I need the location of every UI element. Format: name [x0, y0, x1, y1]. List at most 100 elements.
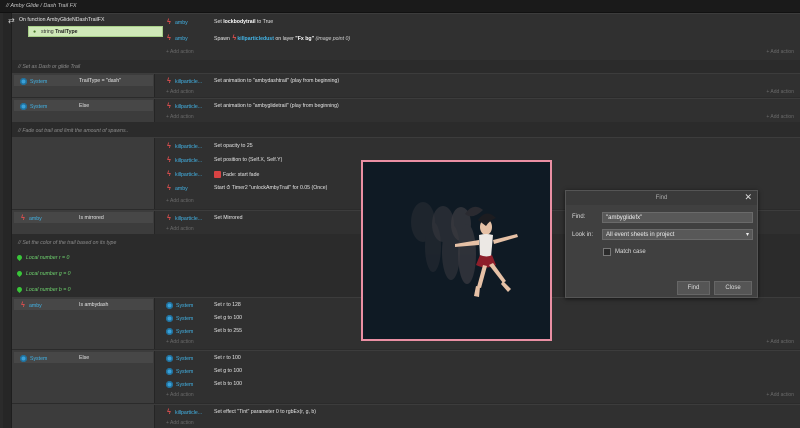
- add-action-link[interactable]: + Add action: [166, 114, 194, 120]
- action-object: killparticle...: [175, 158, 203, 164]
- character-trail-image: [411, 202, 518, 297]
- particle-sprite-icon: ϟ: [167, 103, 171, 110]
- condition-row[interactable]: System Else: [14, 100, 153, 111]
- condition-column[interactable]: System TrailType = "dash": [12, 74, 155, 97]
- event-block[interactable]: ϟ killparticle... Set effect "Tint" param…: [12, 404, 800, 428]
- action-text: Set r to 128: [214, 302, 241, 308]
- find-input[interactable]: "ambyglidefx": [602, 212, 753, 223]
- action-row[interactable]: ϟ amby Spawn ϟkillparticledust on layer "…: [158, 32, 798, 44]
- animation-preview: [361, 160, 552, 341]
- variable-pin-icon: [17, 255, 22, 262]
- system-gear-icon: [166, 315, 173, 322]
- add-action-link[interactable]: + Add action: [166, 49, 194, 55]
- event-block[interactable]: System TrailType = "dash" ϟ killparticle.…: [12, 73, 800, 97]
- add-action-link-right[interactable]: + Add action: [766, 392, 794, 398]
- action-row[interactable]: ϟ killparticle... Set effect "Tint" param…: [158, 406, 798, 418]
- close-icon[interactable]: ✕: [744, 192, 752, 203]
- find-button[interactable]: Find: [677, 281, 710, 295]
- look-in-value: All event sheets in project: [606, 232, 675, 238]
- amby-sprite-icon: ϟ: [21, 302, 25, 309]
- condition-column[interactable]: System Else: [12, 351, 155, 403]
- comment-row[interactable]: // Set as Dash or glide Trail: [12, 61, 800, 73]
- action-text: Set b to 100: [214, 381, 242, 387]
- condition-column[interactable]: ϟ amby Is mirrored: [12, 211, 155, 234]
- system-gear-icon: [166, 381, 173, 388]
- param-pin-icon: ●: [33, 29, 37, 35]
- action-row[interactable]: ϟ amby Set lockbodytrail to True: [158, 16, 798, 28]
- action-text: Spawn ϟkillparticledust on layer "Fx bg"…: [214, 35, 351, 42]
- local-variable[interactable]: Local number r = 0: [17, 252, 69, 264]
- add-action-link[interactable]: + Add action: [166, 89, 194, 95]
- add-action-link[interactable]: + Add action: [166, 392, 194, 398]
- add-action-link-right[interactable]: + Add action: [766, 339, 794, 345]
- variable-pin-icon: [17, 287, 22, 294]
- function-icon: ⇄: [8, 16, 15, 25]
- action-text: Set lockbodytrail to True: [214, 19, 274, 25]
- condition-text: Is mirrored: [79, 215, 104, 221]
- system-gear-icon: [166, 328, 173, 335]
- action-object: killparticle...: [175, 144, 203, 150]
- action-row[interactable]: System Set g to 100: [158, 365, 798, 377]
- look-in-select[interactable]: All event sheets in project ▾: [602, 229, 753, 240]
- action-text: Start ⏱ Timer2 "unlockAmbyTrail" for 0.0…: [214, 185, 328, 191]
- action-row[interactable]: ϟ killparticle... Set animation to "ambyd…: [158, 75, 798, 87]
- find-dialog[interactable]: Find ✕ Find: "ambyglidefx" Look in: All …: [565, 190, 758, 298]
- param-type: string: [41, 29, 54, 35]
- action-text: Set b to 255: [214, 328, 242, 334]
- system-gear-icon: [166, 368, 173, 375]
- fade-behavior-icon: [214, 171, 221, 178]
- condition-column[interactable]: [12, 405, 155, 428]
- event-block[interactable]: System Else System Set r to 100 System S…: [12, 350, 800, 403]
- function-name: On function AmbyGlideNDashTrailFX: [19, 17, 105, 23]
- event-block[interactable]: System Else ϟ killparticle... Set animati…: [12, 98, 800, 122]
- function-parameter[interactable]: ● string TrailType: [28, 26, 163, 37]
- comment-row[interactable]: // Fade out trail and limit the amount o…: [12, 125, 800, 137]
- condition-row[interactable]: ϟ amby Is ambydash: [14, 299, 153, 310]
- condition-object: amby: [29, 303, 42, 309]
- condition-column[interactable]: System Else: [12, 99, 155, 122]
- condition-object: System: [30, 103, 48, 110]
- action-object: killparticle...: [175, 172, 203, 178]
- local-variable[interactable]: Local number b = 0: [17, 284, 71, 296]
- add-action-link-right[interactable]: + Add action: [766, 114, 794, 120]
- amby-sprite-icon: ϟ: [167, 19, 171, 26]
- action-text: Set position to (Self.X, Self.Y): [214, 157, 283, 163]
- condition-column[interactable]: ϟ amby Is ambydash: [12, 298, 155, 349]
- close-button[interactable]: Close: [714, 281, 752, 295]
- add-action-link[interactable]: + Add action: [166, 339, 194, 345]
- local-variable[interactable]: Local number g = 0: [17, 268, 71, 280]
- action-text: Set r to 100: [214, 355, 241, 361]
- action-row[interactable]: ϟ killparticle... Set opacity to 25: [158, 140, 798, 152]
- condition-text: Else: [79, 355, 90, 361]
- comment-text: // Set as Dash or glide Trail: [18, 64, 81, 70]
- comment-text: // Fade out trail and limit the amount o…: [18, 128, 129, 134]
- condition-row[interactable]: System Else: [14, 352, 153, 363]
- action-row[interactable]: ϟ killparticle... Set animation to "ambyg…: [158, 100, 798, 112]
- particle-sprite-icon: ϟ: [167, 171, 171, 178]
- action-object: amby: [175, 186, 188, 192]
- add-action-link[interactable]: + Add action: [166, 226, 194, 232]
- system-gear-icon: [20, 103, 27, 110]
- condition-row[interactable]: System TrailType = "dash": [14, 75, 153, 86]
- event-gutter[interactable]: [3, 13, 12, 428]
- add-action-link-right[interactable]: + Add action: [766, 89, 794, 95]
- action-row[interactable]: System Set b to 100: [158, 378, 798, 390]
- condition-row[interactable]: ϟ amby Is mirrored: [14, 212, 153, 223]
- action-row[interactable]: System Set r to 100: [158, 352, 798, 364]
- function-header[interactable]: ⇄ On function AmbyGlideNDashTrailFX: [8, 14, 162, 26]
- action-text: Set g to 100: [214, 368, 242, 374]
- amby-sprite-icon: ϟ: [21, 215, 25, 222]
- function-block[interactable]: ⇄ On function AmbyGlideNDashTrailFX ● st…: [8, 13, 800, 60]
- system-gear-icon: [166, 302, 173, 309]
- action-text: Set Mirrored: [214, 215, 243, 221]
- add-action-link-right[interactable]: + Add action: [766, 49, 794, 55]
- match-case-label: Match case: [615, 249, 646, 255]
- match-case-checkbox[interactable]: [603, 248, 611, 256]
- condition-column[interactable]: [12, 138, 155, 209]
- action-text: Set opacity to 25: [214, 143, 253, 149]
- action-object: killparticle...: [175, 410, 203, 416]
- add-action-link[interactable]: + Add action: [166, 198, 194, 204]
- param-name: TrailType: [55, 29, 78, 35]
- particle-sprite-icon: ϟ: [167, 157, 171, 164]
- add-action-link[interactable]: + Add action: [166, 420, 194, 426]
